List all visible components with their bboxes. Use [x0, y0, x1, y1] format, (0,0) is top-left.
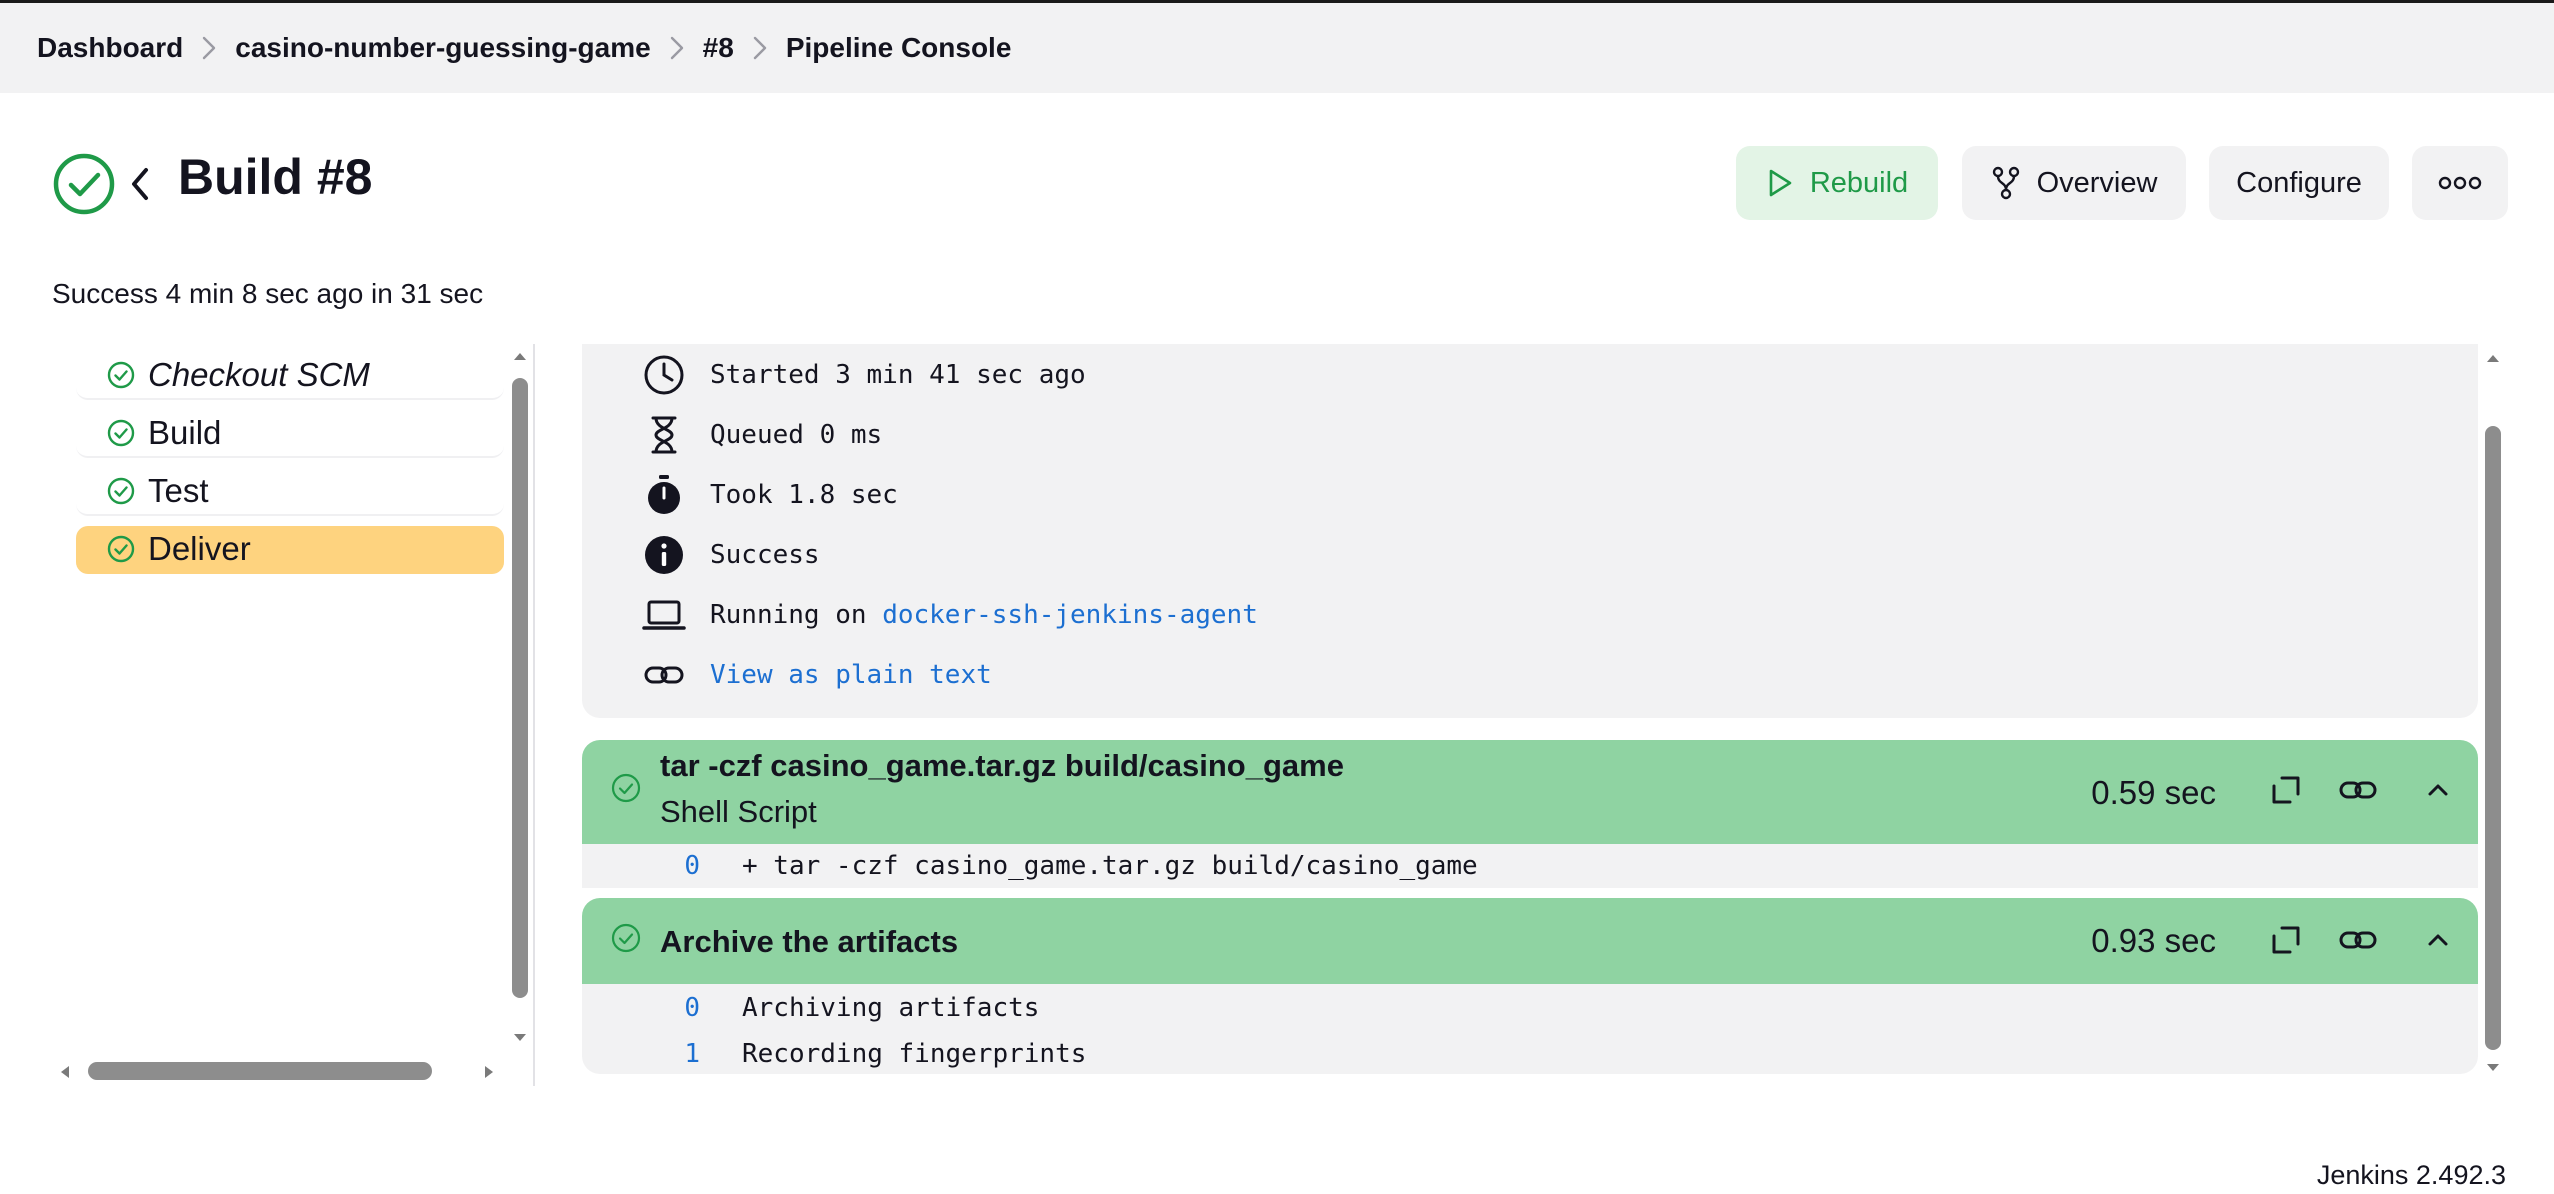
stage-label: Deliver	[148, 530, 251, 567]
chevron-up-icon[interactable]	[2418, 770, 2458, 810]
success-check-icon	[611, 773, 641, 803]
scroll-right-arrow-icon[interactable]	[482, 1064, 496, 1080]
info-running-on: Running on docker-ssh-jenkins-agent	[642, 594, 1258, 636]
stage-list-horizontal-scrollbar[interactable]	[58, 1060, 498, 1084]
info-status: Success	[642, 534, 820, 576]
more-horizontal-icon	[2438, 176, 2482, 190]
hourglass-icon	[651, 416, 677, 454]
git-branch-icon	[1992, 166, 2019, 200]
status-text: Success	[710, 540, 820, 570]
step-subtitle: Shell Script	[660, 794, 817, 829]
log-line: 1 Recording fingerprints	[582, 1034, 1086, 1074]
step-log-shell-script: 0 + tar -czf casino_game.tar.gz build/ca…	[582, 844, 2478, 888]
queued-text: Queued 0 ms	[710, 420, 883, 450]
breadcrumb-build[interactable]: #8	[703, 32, 734, 64]
step-title: tar -czf casino_game.tar.gz build/casino…	[660, 748, 1344, 783]
took-text: Took 1.8 sec	[710, 480, 898, 510]
breadcrumb-pipeline-console[interactable]: Pipeline Console	[786, 32, 1012, 64]
agent-link[interactable]: docker-ssh-jenkins-agent	[882, 600, 1258, 630]
more-actions-button[interactable]	[2412, 146, 2508, 220]
breadcrumb-job[interactable]: casino-number-guessing-game	[235, 32, 650, 64]
scrollbar-thumb[interactable]	[2485, 426, 2501, 1050]
scroll-up-arrow-icon[interactable]	[2485, 352, 2501, 364]
console-output: Started 3 min 41 sec ago Queued 0 ms Too…	[582, 344, 2478, 1074]
step-duration: 0.59 sec	[2091, 774, 2216, 811]
info-plain-text: View as plain text	[642, 654, 992, 696]
rebuild-label: Rebuild	[1809, 166, 1909, 199]
info-took: Took 1.8 sec	[642, 474, 898, 516]
success-check-icon	[107, 477, 135, 505]
scrollbar-thumb[interactable]	[88, 1062, 432, 1080]
chevron-right-icon	[183, 2, 235, 95]
scroll-left-arrow-icon[interactable]	[58, 1064, 72, 1080]
chevron-right-icon	[651, 2, 703, 95]
chevron-right-icon	[734, 2, 786, 95]
expand-icon[interactable]	[2266, 770, 2306, 810]
info-icon	[645, 536, 683, 574]
log-line-number[interactable]: 0	[582, 851, 742, 881]
step-header-shell-script[interactable]: tar -czf casino_game.tar.gz build/casino…	[582, 740, 2478, 844]
info-queued: Queued 0 ms	[642, 414, 882, 456]
step-title: Archive the artifacts	[660, 924, 959, 959]
jenkins-version[interactable]: Jenkins 2.492.3	[2317, 1160, 2506, 1191]
configure-label: Configure	[2236, 166, 2362, 199]
console-vertical-scrollbar[interactable]	[2482, 350, 2504, 1080]
running-on-prefix: Running on	[710, 600, 883, 630]
play-icon	[1769, 169, 1792, 197]
page-title: Build #8	[178, 149, 373, 205]
log-line: 0 + tar -czf casino_game.tar.gz build/ca…	[582, 846, 1478, 886]
stage-label: Checkout SCM	[148, 356, 370, 393]
step-duration: 0.93 sec	[2091, 922, 2216, 959]
success-check-icon	[107, 419, 135, 447]
laptop-icon	[642, 600, 686, 630]
log-line-text: + tar -czf casino_game.tar.gz build/casi…	[742, 851, 1478, 881]
success-check-icon	[107, 361, 135, 389]
step-header-archive-artifacts[interactable]: Archive the artifacts 0.93 sec	[582, 898, 2478, 984]
stage-label: Build	[148, 414, 222, 451]
link-icon[interactable]	[2338, 770, 2378, 810]
log-line-number[interactable]: 1	[582, 1039, 742, 1069]
breadcrumb-dashboard[interactable]: Dashboard	[37, 32, 183, 64]
started-text: Started 3 min 41 sec ago	[710, 360, 1086, 390]
success-status-icon	[53, 153, 115, 215]
panel-divider[interactable]	[533, 344, 535, 1086]
link-icon[interactable]	[2338, 920, 2378, 960]
chevron-up-icon[interactable]	[2418, 920, 2458, 960]
expand-icon[interactable]	[2266, 920, 2306, 960]
log-line: 0 Archiving artifacts	[582, 988, 1039, 1028]
info-started: Started 3 min 41 sec ago	[642, 354, 1086, 396]
scroll-down-arrow-icon[interactable]	[2485, 1062, 2501, 1074]
configure-button[interactable]: Configure	[2209, 146, 2389, 220]
breadcrumb: Dashboard casino-number-guessing-game #8…	[0, 0, 2554, 93]
stage-label: Test	[148, 472, 209, 509]
rebuild-button[interactable]: Rebuild	[1736, 146, 1938, 220]
scroll-up-arrow-icon[interactable]	[512, 350, 528, 362]
scroll-down-arrow-icon[interactable]	[512, 1032, 528, 1044]
stopwatch-icon	[648, 475, 680, 514]
link-icon	[644, 666, 684, 684]
overview-button[interactable]: Overview	[1962, 146, 2186, 220]
stage-list-vertical-scrollbar[interactable]	[511, 350, 529, 1050]
clock-icon	[644, 355, 684, 395]
build-summary: Success 4 min 8 sec ago in 31 sec	[52, 278, 484, 309]
stage-item-build[interactable]: Build	[76, 410, 504, 458]
stage-item-checkout-scm[interactable]: Checkout SCM	[76, 352, 504, 400]
chevron-left-icon[interactable]	[126, 162, 154, 206]
success-check-icon	[611, 923, 641, 953]
scrollbar-thumb[interactable]	[512, 378, 528, 998]
step-info-card: Started 3 min 41 sec ago Queued 0 ms Too…	[582, 344, 2478, 718]
log-line-text: Archiving artifacts	[742, 993, 1040, 1023]
view-as-plain-text-link[interactable]: View as plain text	[710, 660, 992, 690]
success-check-icon	[107, 535, 135, 563]
overview-label: Overview	[2036, 166, 2158, 199]
step-log-archive-artifacts: 0 Archiving artifacts 1 Recording finger…	[582, 984, 2478, 1074]
stage-item-test[interactable]: Test	[76, 468, 504, 516]
log-line-number[interactable]: 0	[582, 993, 742, 1023]
log-line-text: Recording fingerprints	[742, 1039, 1087, 1069]
stage-item-deliver[interactable]: Deliver	[76, 526, 504, 574]
